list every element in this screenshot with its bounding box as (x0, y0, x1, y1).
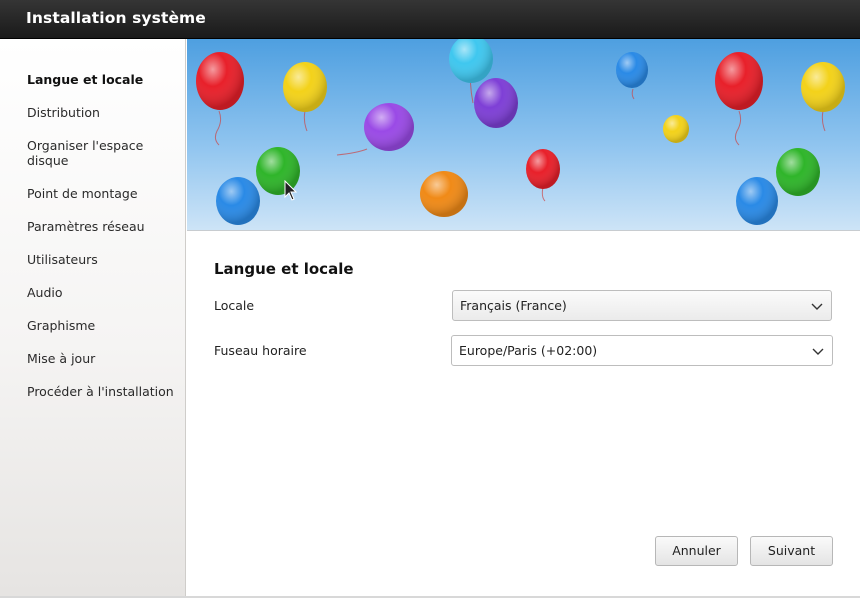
main-content: Langue et locale Locale Français (France… (187, 232, 860, 596)
sidebar-item-organiser-espace-disque[interactable]: Organiser l'espace disque (27, 138, 177, 168)
sidebar-item-graphisme[interactable]: Graphisme (27, 318, 177, 333)
timezone-select[interactable]: Europe/Paris (+02:00) (451, 335, 833, 366)
sidebar-item-langue-et-locale[interactable]: Langue et locale (27, 72, 177, 87)
sidebar-item-distribution[interactable]: Distribution (27, 105, 177, 120)
sidebar: Langue et locale Distribution Organiser … (0, 39, 186, 596)
timezone-value: Europe/Paris (+02:00) (459, 343, 598, 358)
cancel-button[interactable]: Annuler (655, 536, 738, 566)
sidebar-item-parametres-reseau[interactable]: Paramètres réseau (27, 219, 177, 234)
timezone-label: Fuseau horaire (214, 343, 307, 358)
section-title: Langue et locale (214, 260, 354, 278)
window-title: Installation système (26, 9, 206, 27)
locale-value: Français (France) (460, 298, 567, 313)
sidebar-item-audio[interactable]: Audio (27, 285, 177, 300)
chevron-down-icon (811, 303, 823, 310)
title-bar: Installation système (0, 0, 860, 39)
locale-label: Locale (214, 298, 255, 313)
sidebar-nav: Langue et locale Distribution Organiser … (27, 72, 177, 417)
locale-select[interactable]: Français (France) (452, 290, 832, 321)
next-button[interactable]: Suivant (750, 536, 833, 566)
sidebar-item-utilisateurs[interactable]: Utilisateurs (27, 252, 177, 267)
balloons-banner (187, 39, 860, 231)
sidebar-item-mise-a-jour[interactable]: Mise à jour (27, 351, 177, 366)
balloons-image (196, 39, 845, 225)
mouse-cursor-icon (284, 180, 298, 201)
chevron-down-icon (812, 348, 824, 355)
sidebar-item-point-de-montage[interactable]: Point de montage (27, 186, 177, 201)
sidebar-item-proceder-installation[interactable]: Procéder à l'installation (27, 384, 177, 399)
